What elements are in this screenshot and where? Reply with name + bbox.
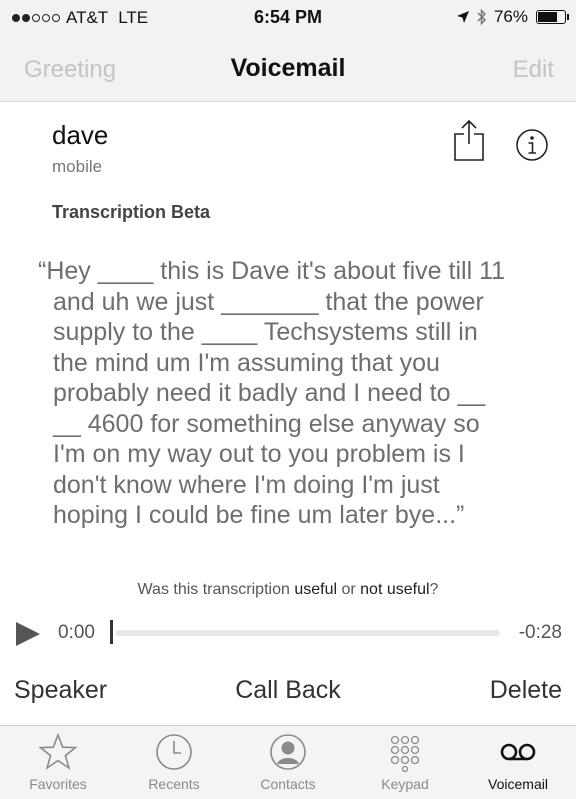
transcript-line: and uh we just _______ that the power (53, 287, 484, 316)
battery-icon (536, 10, 569, 24)
transcript-line: “Hey ____ this is Dave it's about five t… (38, 257, 506, 285)
playback-track[interactable] (115, 630, 500, 636)
page-title: Voicemail (230, 54, 346, 82)
transcript-line: probably need it badly and I need to __ (53, 379, 486, 407)
tab-recents[interactable]: Recents (119, 732, 229, 792)
time-remaining: -0:28 (518, 622, 562, 643)
audio-player: 0:00 -0:28 (0, 612, 576, 652)
nav-bar: Greeting Voicemail Edit (0, 34, 576, 102)
share-icon[interactable] (452, 118, 486, 162)
speaker-button[interactable]: Speaker (14, 676, 107, 705)
caller-type: mobile (52, 157, 103, 176)
play-icon[interactable] (14, 620, 42, 648)
transcript-line: I'm on my way out to you problem is I (53, 440, 465, 468)
location-arrow-icon (456, 11, 469, 23)
keypad-icon (390, 735, 420, 772)
transcript-line: __ 4600 for something else anyway so (53, 409, 480, 438)
transcription-feedback: Was this transcription useful or not use… (137, 581, 439, 598)
delete-button[interactable]: Delete (490, 676, 562, 705)
tab-favorites[interactable]: Favorites (3, 732, 113, 792)
info-icon[interactable] (515, 128, 549, 162)
edit-button[interactable]: Edit (513, 56, 554, 84)
playback-scrubber[interactable] (110, 620, 113, 644)
transcript-line: don't know where I'm doing I'm just (53, 470, 440, 499)
clock-icon (156, 734, 192, 770)
tab-label-keypad: Keypad (381, 776, 429, 792)
not-useful-link[interactable]: not useful (360, 581, 429, 598)
status-right: 76% (456, 7, 569, 27)
status-bar: AT&T LTE 6:54 PM 76% (0, 0, 576, 34)
time-elapsed: 0:00 (58, 622, 95, 643)
tab-label-recents: Recents (148, 776, 200, 792)
caller-name: dave (52, 120, 109, 150)
voicemail-icon (500, 743, 536, 761)
voicemail-actions: Call Back Speaker Delete (0, 672, 576, 712)
transcript-line: the mind um I'm assuming that you (53, 348, 440, 377)
transcript-line: hoping I could be fine um later bye...” (53, 501, 465, 529)
tab-label-contacts: Contacts (260, 776, 316, 792)
tab-label-voicemail: Voicemail (488, 776, 548, 792)
transcript-text: “Hey ____ this is Dave it's about five t… (38, 256, 553, 531)
tab-contacts[interactable]: Contacts (233, 732, 343, 792)
tab-voicemail[interactable]: Voicemail (463, 732, 573, 792)
star-icon (38, 732, 78, 770)
battery-percent: 76% (493, 7, 528, 26)
transcript-line: supply to the ____ Techsystems still in (53, 318, 478, 346)
battery-level-fill (538, 12, 557, 22)
tab-label-favorites: Favorites (29, 776, 87, 792)
useful-link[interactable]: useful (294, 581, 337, 598)
person-circle-icon (270, 734, 306, 770)
tab-bar: Favorites Recents Contacts Keypad Voicem… (0, 725, 576, 799)
bluetooth-icon (477, 8, 487, 26)
transcription-label: Transcription Beta (52, 202, 211, 222)
tab-keypad[interactable]: Keypad (350, 732, 460, 792)
